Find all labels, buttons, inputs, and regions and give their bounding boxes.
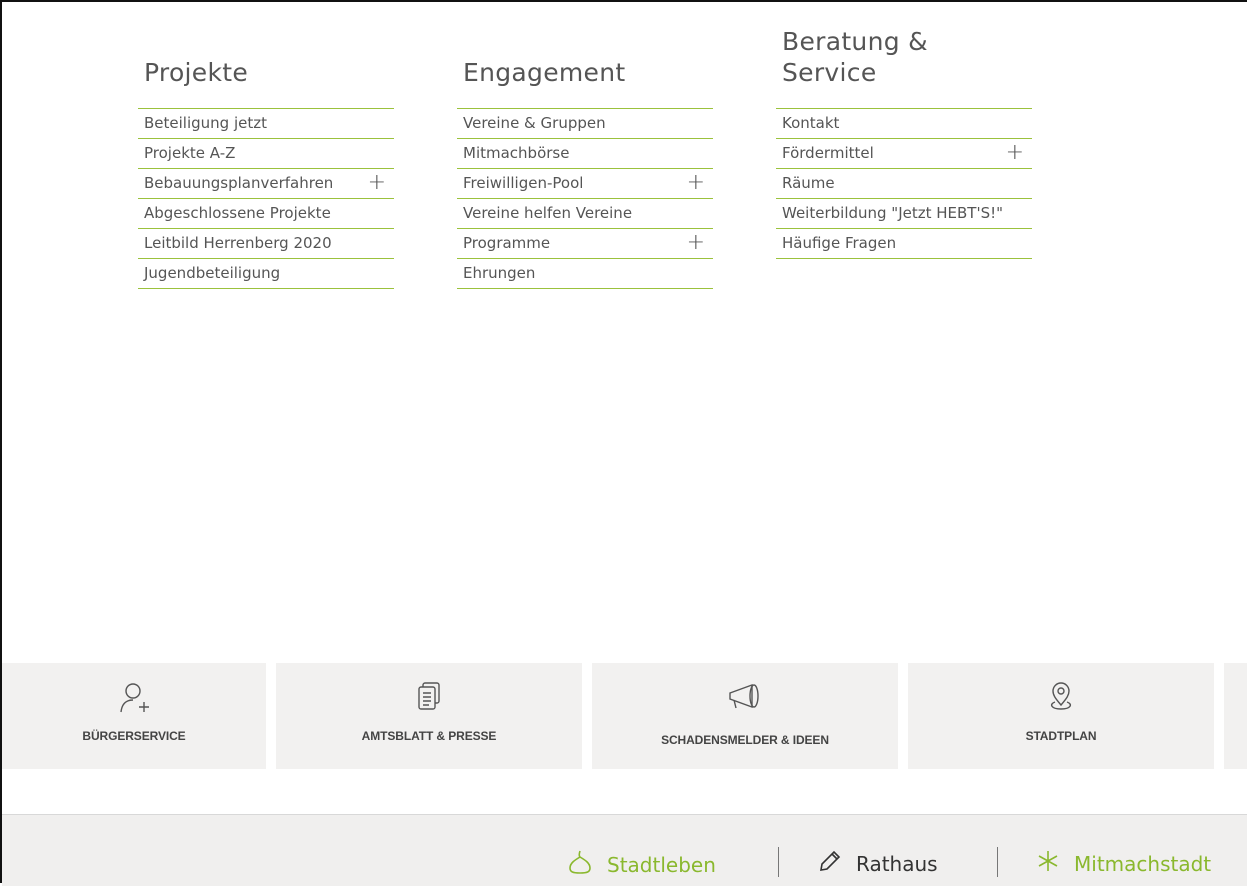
expand-plus-icon[interactable]: + bbox=[368, 169, 386, 197]
projekte-list: Beteiligung jetzt Projekte A-Z Bebauungs… bbox=[138, 108, 394, 289]
tile-amtsblatt-presse[interactable]: AMTSBLATT & PRESSE bbox=[276, 663, 582, 769]
menu-item-bebauungsplanverfahren[interactable]: Bebauungsplanverfahren + bbox=[138, 169, 394, 199]
menu-item-freiwilligen-pool[interactable]: Freiwilligen-Pool + bbox=[457, 169, 713, 199]
tile-label: BÜRGERSERVICE bbox=[82, 729, 186, 743]
megaphone-icon bbox=[725, 681, 765, 717]
documents-icon bbox=[414, 681, 444, 717]
expand-plus-icon[interactable]: + bbox=[1006, 139, 1024, 167]
tile-buergerservice[interactable]: BÜRGERSERVICE bbox=[2, 663, 266, 769]
column-title-engagement[interactable]: Engagement bbox=[463, 57, 625, 88]
map-pin-icon bbox=[1046, 681, 1076, 719]
footer-link-stadtleben[interactable]: Stadtleben bbox=[567, 849, 716, 880]
menu-item-kontakt[interactable]: Kontakt bbox=[776, 109, 1032, 139]
menu-item-haeufige-fragen[interactable]: Häufige Fragen bbox=[776, 229, 1032, 259]
tile-label: SCHADENSMELDER & IDEEN bbox=[661, 733, 829, 747]
drop-icon bbox=[567, 849, 607, 880]
menu-item-beteiligung-jetzt[interactable]: Beteiligung jetzt bbox=[138, 109, 394, 139]
menu-item-vereine-gruppen[interactable]: Vereine & Gruppen bbox=[457, 109, 713, 139]
menu-item-abgeschlossene-projekte[interactable]: Abgeschlossene Projekte bbox=[138, 199, 394, 229]
engagement-list: Vereine & Gruppen Mitmachbörse Freiwilli… bbox=[457, 108, 713, 289]
expand-plus-icon[interactable]: + bbox=[687, 229, 705, 257]
column-title-beratung-service[interactable]: Beratung & Service bbox=[782, 26, 928, 88]
menu-item-jugendbeteiligung[interactable]: Jugendbeteiligung bbox=[138, 259, 394, 289]
tile-stadtplan[interactable]: STADTPLAN bbox=[908, 663, 1214, 769]
person-add-icon bbox=[117, 681, 151, 719]
pencil-icon bbox=[818, 849, 856, 878]
menu-item-weiterbildung[interactable]: Weiterbildung "Jetzt HEBT'S!" bbox=[776, 199, 1032, 229]
menu-item-raeume[interactable]: Räume bbox=[776, 169, 1032, 199]
menu-item-foerdermittel[interactable]: Fördermittel + bbox=[776, 139, 1032, 169]
menu-item-projekte-a-z[interactable]: Projekte A-Z bbox=[138, 139, 394, 169]
menu-item-leitbild-herrenberg-2020[interactable]: Leitbild Herrenberg 2020 bbox=[138, 229, 394, 259]
tile-partial[interactable] bbox=[1224, 663, 1247, 769]
footer-divider bbox=[997, 847, 998, 877]
menu-item-vereine-helfen-vereine[interactable]: Vereine helfen Vereine bbox=[457, 199, 713, 229]
tile-schadensmelder-ideen[interactable]: SCHADENSMELDER & IDEEN bbox=[592, 663, 898, 769]
menu-item-programme[interactable]: Programme + bbox=[457, 229, 713, 259]
asterisk-icon bbox=[1036, 849, 1074, 878]
menu-item-ehrungen[interactable]: Ehrungen bbox=[457, 259, 713, 289]
tile-label: STADTPLAN bbox=[1025, 729, 1097, 743]
footer-divider bbox=[778, 847, 779, 877]
footer-link-mitmachstadt[interactable]: Mitmachstadt bbox=[1036, 849, 1211, 878]
menu-item-mitmachboerse[interactable]: Mitmachbörse bbox=[457, 139, 713, 169]
footer-nav: Stadtleben Rathaus Mitmachstadt bbox=[2, 814, 1247, 886]
quick-access-tiles: BÜRGERSERVICE AMTSBLATT & PRESSE SCHADEN… bbox=[2, 663, 1247, 769]
expand-plus-icon[interactable]: + bbox=[687, 169, 705, 197]
beratung-service-list: Kontakt Fördermittel + Räume Weiterbildun… bbox=[776, 108, 1032, 259]
column-title-projekte[interactable]: Projekte bbox=[144, 57, 248, 88]
footer-link-rathaus[interactable]: Rathaus bbox=[818, 849, 938, 878]
tile-label: AMTSBLATT & PRESSE bbox=[361, 729, 497, 743]
